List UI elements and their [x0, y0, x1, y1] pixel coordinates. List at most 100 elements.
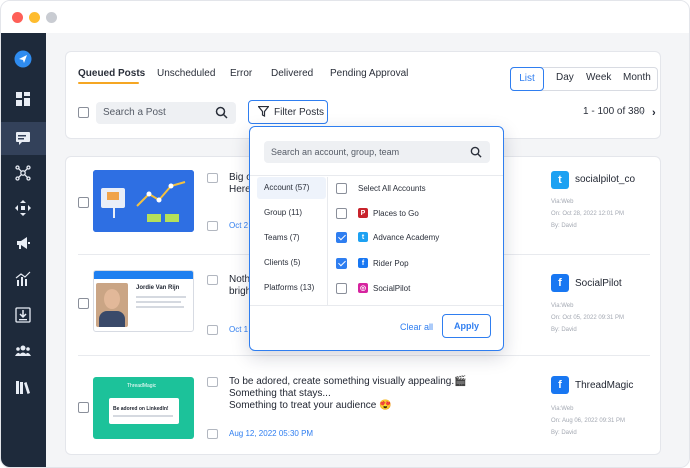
post-account-name[interactable]: SocialPilot	[575, 278, 622, 289]
sidebar	[1, 33, 46, 467]
calendar-copy-icon[interactable]	[207, 429, 218, 439]
minimize-window-button[interactable]	[29, 12, 40, 23]
apply-button[interactable]: Apply	[442, 314, 491, 338]
calendar-copy-icon[interactable]	[207, 221, 218, 231]
app-window: Queued Posts Unscheduled Error Delivered…	[0, 0, 690, 468]
filter-posts-button[interactable]: Filter Posts	[248, 100, 328, 124]
dashboard-icon[interactable]	[14, 90, 32, 108]
post-account-name[interactable]: ThreadMagic	[575, 380, 633, 391]
move-icon[interactable]	[14, 199, 32, 217]
twitter-icon: t	[551, 171, 569, 189]
active-tab-underline	[78, 82, 139, 84]
pinterest-icon: P	[358, 208, 368, 218]
tab-unscheduled[interactable]: Unscheduled	[157, 68, 215, 79]
close-window-button[interactable]	[12, 12, 23, 23]
post-via: Via:Web	[551, 199, 574, 205]
post-text-line: Something to treat your audience 😍	[229, 400, 392, 411]
post-date-link[interactable]: Oct 2	[229, 221, 248, 230]
thumb-caption: Be adored on LinkedIn!	[113, 406, 169, 412]
image-post-icon	[207, 275, 218, 285]
filter-posts-label: Filter Posts	[274, 107, 325, 118]
tab-pending-approval[interactable]: Pending Approval	[330, 68, 408, 79]
account-search-input[interactable]: Search an account, group, team	[264, 141, 490, 163]
account-checkbox[interactable]	[336, 258, 347, 269]
download-icon[interactable]	[14, 306, 32, 324]
category-group[interactable]: Group (11)	[257, 202, 326, 224]
analytics-icon[interactable]	[14, 270, 32, 288]
post-checkbox[interactable]	[78, 197, 89, 208]
library-icon[interactable]	[14, 378, 32, 396]
view-toggle: List Day Week Month	[510, 67, 658, 91]
logo-icon[interactable]	[14, 50, 32, 68]
dropdown-column-divider	[327, 177, 328, 305]
title-bar	[1, 1, 689, 33]
pagination-text: 1 - 100 of 380	[583, 106, 645, 117]
post-date-link[interactable]: Aug 12, 2022 05:30 PM	[229, 429, 313, 438]
search-placeholder: Search a Post	[103, 107, 166, 118]
connections-icon[interactable]	[14, 164, 32, 182]
view-day-button[interactable]: Day	[556, 72, 574, 83]
account-option-label: Select All Accounts	[358, 184, 426, 193]
megaphone-icon[interactable]	[14, 234, 32, 252]
account-option-label: SocialPilot	[373, 284, 411, 293]
account-option-label: Rider Pop	[373, 259, 409, 268]
post-via: Via:Web	[551, 406, 574, 412]
facebook-icon: f	[551, 274, 569, 292]
tab-delivered[interactable]: Delivered	[271, 68, 313, 79]
search-icon[interactable]	[215, 106, 228, 122]
post-author: By: David	[551, 223, 577, 229]
post-author: By: David	[551, 430, 577, 436]
search-icon[interactable]	[470, 146, 482, 161]
row-divider	[78, 355, 650, 356]
prev-page-icon[interactable]: ‹	[640, 107, 644, 119]
post-thumbnail[interactable]	[93, 170, 194, 232]
facebook-icon: f	[358, 258, 368, 268]
category-clients[interactable]: Clients (5)	[257, 252, 326, 274]
posts-icon[interactable]	[14, 129, 32, 147]
thumb-brand: ThreadMagic	[127, 383, 157, 389]
post-date-link[interactable]: Oct 1	[229, 325, 248, 334]
select-all-posts-checkbox[interactable]	[78, 107, 89, 118]
post-account-name[interactable]: socialpilot_co	[575, 174, 635, 185]
post-author: By: David	[551, 327, 577, 333]
post-thumbnail[interactable]: ThreadMagic Be adored on LinkedIn!	[93, 377, 194, 439]
text-post-icon	[207, 173, 218, 183]
filter-icon	[257, 105, 270, 120]
post-thumbnail[interactable]: Jordie Van Rijn	[93, 270, 194, 332]
account-search-placeholder: Search an account, group, team	[271, 147, 400, 157]
filter-dropdown: Search an account, group, team Account (…	[249, 126, 504, 351]
category-teams[interactable]: Teams (7)	[257, 227, 326, 249]
category-platforms[interactable]: Platforms (13)	[257, 277, 326, 299]
tab-error[interactable]: Error	[230, 68, 252, 79]
post-scheduled-on: On: Oct 28, 2022 12:01 PM	[551, 211, 625, 217]
account-checkbox[interactable]	[336, 183, 347, 194]
instagram-icon: ◎	[358, 283, 368, 293]
post-checkbox[interactable]	[78, 298, 89, 309]
account-checkbox[interactable]	[336, 232, 347, 243]
view-list-button[interactable]: List	[510, 67, 544, 91]
post-checkbox[interactable]	[78, 402, 89, 413]
twitter-icon: t	[358, 232, 368, 242]
thumb-person-name: Jordie Van Rijn	[136, 285, 180, 291]
post-via: Via:Web	[551, 303, 574, 309]
next-page-icon[interactable]: ›	[652, 107, 656, 119]
view-week-button[interactable]: Week	[586, 72, 611, 83]
calendar-copy-icon[interactable]	[207, 325, 218, 335]
clear-all-button[interactable]: Clear all	[400, 322, 433, 332]
facebook-icon: f	[551, 376, 569, 394]
account-checkbox[interactable]	[336, 283, 347, 294]
account-option-label: Places to Go	[373, 209, 419, 218]
dropdown-footer-divider	[250, 305, 503, 306]
post-text-line: Here	[229, 184, 251, 195]
tab-queued-posts[interactable]: Queued Posts	[78, 68, 145, 79]
search-input[interactable]: Search a Post	[96, 102, 236, 124]
team-icon[interactable]	[14, 342, 32, 360]
view-month-button[interactable]: Month	[623, 72, 651, 83]
dropdown-divider	[250, 175, 503, 176]
post-scheduled-on: On: Oct 05, 2022 09:31 PM	[551, 315, 625, 321]
account-option-label: Advance Academy	[373, 233, 440, 242]
maximize-window-button[interactable]	[46, 12, 57, 23]
account-checkbox[interactable]	[336, 208, 347, 219]
category-account[interactable]: Account (57)	[257, 177, 326, 199]
post-text-line: brigh	[229, 286, 252, 297]
